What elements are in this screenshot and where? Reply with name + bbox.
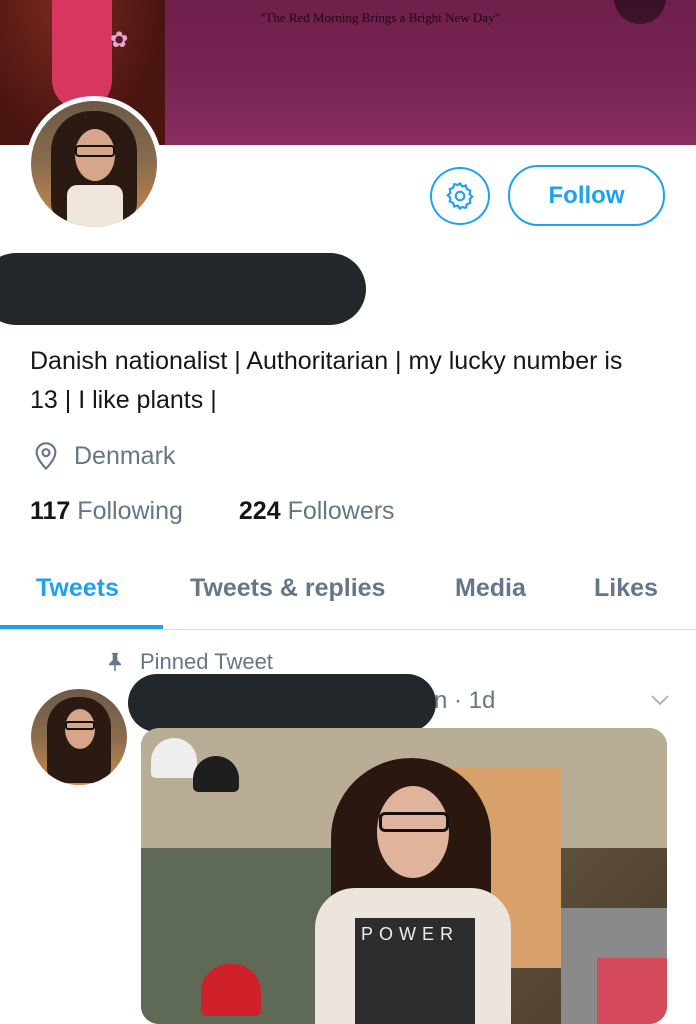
tweet-avatar-glasses xyxy=(65,721,95,730)
photo-person-face xyxy=(377,786,449,878)
photo-red-bag xyxy=(201,964,261,1016)
avatar-glasses xyxy=(75,145,115,157)
following-count: 117 xyxy=(30,497,71,525)
pinned-tweet-header: Pinned Tweet xyxy=(104,649,273,675)
pushpin-icon xyxy=(109,652,121,672)
tab-tweets[interactable]: Tweets xyxy=(36,574,119,603)
following-link[interactable]: 117 Following xyxy=(30,497,183,526)
profile-tabs: Tweets Tweets & replies Media Likes xyxy=(0,560,696,630)
tweet-avatar[interactable] xyxy=(31,689,127,785)
location-text: Denmark xyxy=(74,441,176,470)
pinned-label: Pinned Tweet xyxy=(140,649,273,674)
tab-tweets-replies[interactable]: Tweets & replies xyxy=(190,574,385,603)
gear-icon xyxy=(446,181,474,211)
followers-label: Followers xyxy=(287,497,395,525)
profile-avatar[interactable] xyxy=(26,96,162,232)
tab-likes[interactable]: Likes xyxy=(594,574,658,603)
photo-blanket xyxy=(597,958,667,1024)
followers-link[interactable]: 224 Followers xyxy=(239,497,395,526)
following-label: Following xyxy=(77,497,183,525)
chevron-down-icon[interactable] xyxy=(648,688,672,712)
profile-location: Denmark xyxy=(30,440,175,472)
avatar-shirt xyxy=(67,185,123,227)
redacted-display-name xyxy=(0,253,366,325)
profile-stats: 117 Following 224 Followers xyxy=(30,497,451,526)
redacted-tweet-author xyxy=(128,674,436,732)
photo-lamp-white xyxy=(151,738,197,778)
tweet-timestamp: n · 1d xyxy=(434,687,496,714)
follow-button[interactable]: Follow xyxy=(508,165,665,226)
banner-image-shirt xyxy=(52,0,112,110)
active-tab-indicator xyxy=(0,625,163,629)
tab-media[interactable]: Media xyxy=(455,574,526,603)
avatar-photo xyxy=(31,101,157,227)
profile-bio: Danish nationalist | Authoritarian | my … xyxy=(30,347,623,414)
photo-shirt-text: POWER xyxy=(361,924,460,944)
banner-overlay-button[interactable] xyxy=(614,0,666,24)
tweet-photo[interactable]: POWER xyxy=(141,728,667,1024)
flower-icon: ✿ xyxy=(110,27,129,52)
photo-person-glasses xyxy=(379,812,449,832)
followers-count: 224 xyxy=(238,497,281,525)
settings-button[interactable] xyxy=(430,167,490,225)
banner-quote: "The Red Morning Brings a Bright New Day… xyxy=(260,10,500,25)
location-pin-icon xyxy=(35,442,57,471)
